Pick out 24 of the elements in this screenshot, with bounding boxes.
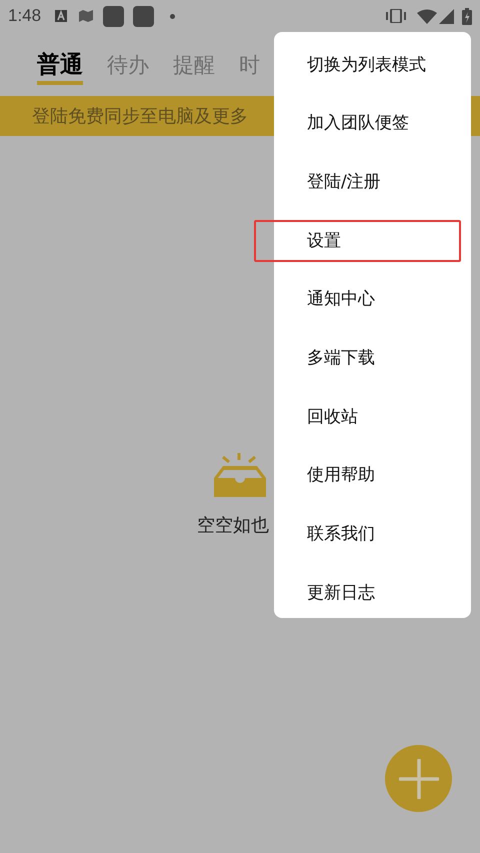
signal-icon — [439, 8, 454, 24]
empty-message: 空空如也 — [197, 514, 269, 538]
app-icon — [133, 6, 154, 26]
menu-item[interactable]: 加入团队便签 — [307, 111, 409, 137]
menu-item[interactable]: 联系我们 — [307, 522, 375, 548]
menu-item[interactable]: 多端下载 — [307, 346, 375, 372]
wifi-icon — [417, 8, 437, 24]
font-icon — [55, 10, 68, 22]
menu-item[interactable]: 使用帮助 — [307, 463, 375, 489]
menu-item[interactable]: 登陆/注册 — [307, 170, 381, 196]
plus-icon — [398, 758, 438, 798]
menu-item[interactable]: 切换为列表模式 — [307, 52, 426, 78]
map-icon — [79, 10, 94, 22]
tab[interactable]: 普通 — [37, 50, 83, 85]
status-time: 1:48 — [8, 5, 42, 28]
menu-item[interactable]: 回收站 — [307, 404, 358, 430]
menu-item[interactable]: 通知中心 — [307, 287, 375, 313]
battery-icon — [462, 8, 472, 24]
menu-item[interactable]: 设置 — [307, 228, 341, 254]
empty-tray-icon — [213, 452, 267, 498]
vibrate-icon — [385, 9, 407, 23]
menu-item[interactable]: 更新日志 — [307, 580, 375, 606]
banner-text: 登陆免费同步至电脑及更多 — [32, 104, 248, 128]
app-icon — [103, 6, 124, 26]
